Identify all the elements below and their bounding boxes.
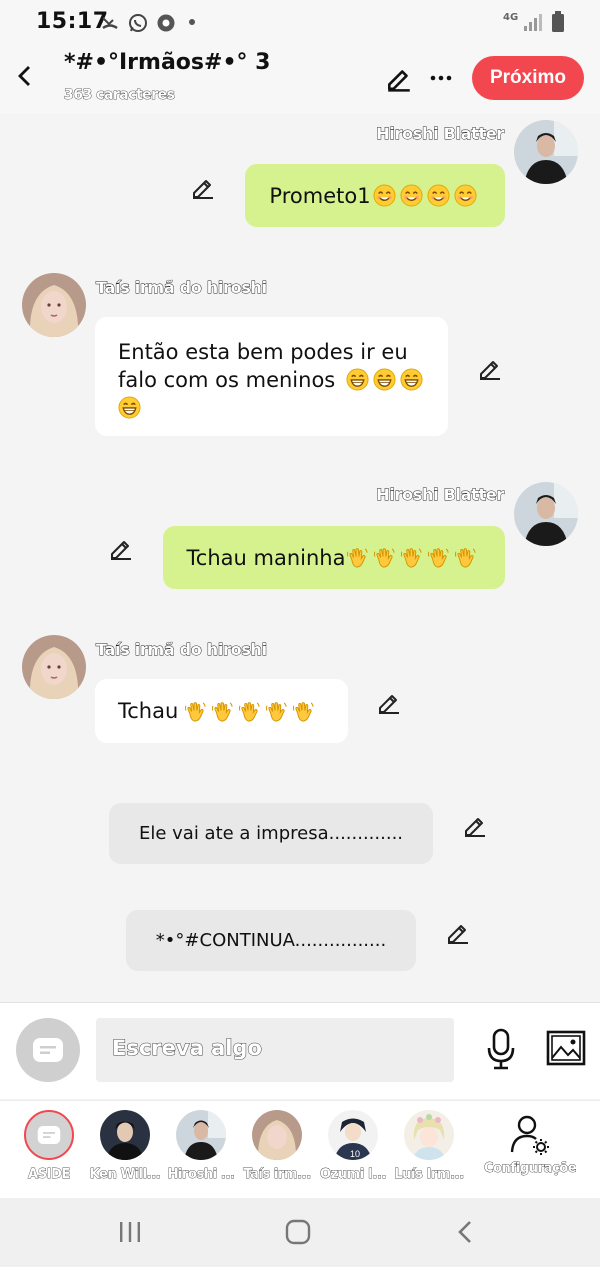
character-aside[interactable]: ASIDE	[9, 1108, 89, 1192]
smile-emoji-icon	[373, 184, 396, 207]
aside-icon	[33, 1038, 63, 1062]
recent-apps-icon[interactable]	[118, 1221, 142, 1243]
avatar-tais[interactable]	[22, 273, 86, 337]
aside-avatar	[24, 1110, 74, 1160]
character-avatar	[176, 1110, 226, 1160]
signal-icon	[524, 14, 542, 31]
chrome-icon	[157, 14, 175, 32]
narration-bubble[interactable]: *•°#CONTINUA................	[126, 910, 416, 971]
message-text: Tchau	[118, 699, 179, 723]
wave-emoji-icon	[265, 700, 288, 723]
notification-dot	[189, 19, 195, 25]
status-time: 15:17	[36, 9, 109, 34]
message-input-placeholder: Escreva algo	[112, 1036, 263, 1061]
edit-message-icon[interactable]	[376, 689, 402, 715]
character-tais[interactable]: Taís irm...	[237, 1108, 317, 1192]
missed-call-icon	[102, 17, 118, 30]
message-bubble-right[interactable]: Tchau maninha	[163, 526, 505, 589]
avatar-image	[514, 120, 578, 184]
message-speaker: Taís irmã do hiroshi	[96, 278, 268, 298]
character-settings[interactable]: Configurações	[484, 1108, 576, 1192]
message-speaker: Taís irmã do hiroshi	[96, 640, 268, 660]
wave-emoji-icon	[184, 700, 207, 723]
grin-emoji-icon	[346, 368, 369, 391]
edit-message-icon[interactable]	[108, 535, 134, 561]
nav-back-icon[interactable]	[456, 1220, 474, 1244]
settings-user-icon	[510, 1115, 549, 1155]
character-avatar	[252, 1110, 302, 1160]
avatar-image	[22, 635, 86, 699]
aside-toggle-button[interactable]	[16, 1018, 80, 1082]
narration-text: Ele vai ate a impresa.............	[138, 823, 404, 844]
message-text: Tchau maninha	[186, 545, 346, 570]
edit-message-icon[interactable]	[477, 355, 503, 381]
avatar-image	[22, 273, 86, 337]
character-hiroshi[interactable]: Hiroshi ...	[161, 1108, 241, 1192]
character-ozumi[interactable]: 10 Ozumi I...	[313, 1108, 393, 1192]
character-label: Luís Irm...	[394, 1167, 465, 1182]
message-text: Prometo1	[269, 183, 371, 208]
avatar-image	[514, 482, 578, 546]
back-arrow-icon[interactable]	[14, 64, 38, 88]
wave-emoji-icon	[427, 546, 450, 569]
grin-emoji-icon	[118, 396, 141, 419]
character-label: Configurações	[484, 1161, 576, 1176]
avatar-hiroshi[interactable]	[514, 120, 578, 184]
message-speaker: Hiroshi Blatter	[376, 485, 505, 505]
page-title: *#•°Irmãos#•° 3	[64, 50, 271, 75]
edit-message-icon[interactable]	[190, 174, 216, 200]
more-options-icon[interactable]	[430, 74, 452, 82]
character-label: ASIDE	[28, 1167, 71, 1182]
character-label: Ozumi I...	[319, 1167, 387, 1182]
wave-emoji-icon	[238, 700, 261, 723]
character-avatar: 10	[328, 1110, 378, 1160]
wave-emoji-icon	[292, 700, 315, 723]
character-avatar	[100, 1110, 150, 1160]
character-count: 363 caracteres	[64, 87, 176, 104]
message-text-line1: Então esta bem podes ir eu	[118, 340, 408, 364]
edit-title-icon[interactable]	[385, 64, 413, 92]
smile-emoji-icon	[427, 184, 450, 207]
avatar-tais[interactable]	[22, 635, 86, 699]
aside-icon	[37, 1126, 61, 1144]
svg-text:10: 10	[350, 1149, 360, 1159]
message-bubble-left[interactable]: Então esta bem podes ir eu falo com os m…	[95, 317, 448, 436]
character-ken[interactable]: Ken Will...	[85, 1108, 165, 1192]
wave-emoji-icon	[373, 546, 396, 569]
grin-emoji-icon	[400, 368, 423, 391]
character-avatar	[404, 1110, 454, 1160]
message-bubble-left[interactable]: Tchau	[95, 679, 348, 743]
narration-bubble[interactable]: Ele vai ate a impresa.............	[109, 803, 433, 864]
character-luis[interactable]: Luís Irm...	[389, 1108, 469, 1192]
character-label: Hiroshi ...	[167, 1167, 235, 1182]
wave-emoji-icon	[454, 546, 477, 569]
edit-narration-icon[interactable]	[462, 812, 488, 838]
wave-emoji-icon	[346, 546, 369, 569]
grin-emoji-icon	[373, 368, 396, 391]
message-text-line2: falo com os meninos	[118, 368, 336, 392]
character-label: Ken Will...	[89, 1167, 161, 1182]
home-icon[interactable]	[285, 1219, 311, 1245]
avatar-hiroshi[interactable]	[514, 482, 578, 546]
edit-narration-icon[interactable]	[445, 919, 471, 945]
network-label: 4G	[503, 12, 519, 23]
image-upload-icon[interactable]	[546, 1030, 586, 1066]
message-speaker: Hiroshi Blatter	[376, 124, 505, 144]
wave-emoji-icon	[400, 546, 423, 569]
battery-icon	[552, 11, 564, 32]
character-label: Taís irm...	[243, 1167, 312, 1182]
next-button[interactable]: Próximo	[472, 56, 584, 100]
smile-emoji-icon	[400, 184, 423, 207]
wave-emoji-icon	[211, 700, 234, 723]
message-bubble-right[interactable]: Prometo1	[245, 164, 505, 227]
narration-text: *•°#CONTINUA................	[155, 930, 387, 951]
microphone-icon[interactable]	[484, 1027, 518, 1071]
whatsapp-icon	[129, 14, 147, 32]
smile-emoji-icon	[454, 184, 477, 207]
